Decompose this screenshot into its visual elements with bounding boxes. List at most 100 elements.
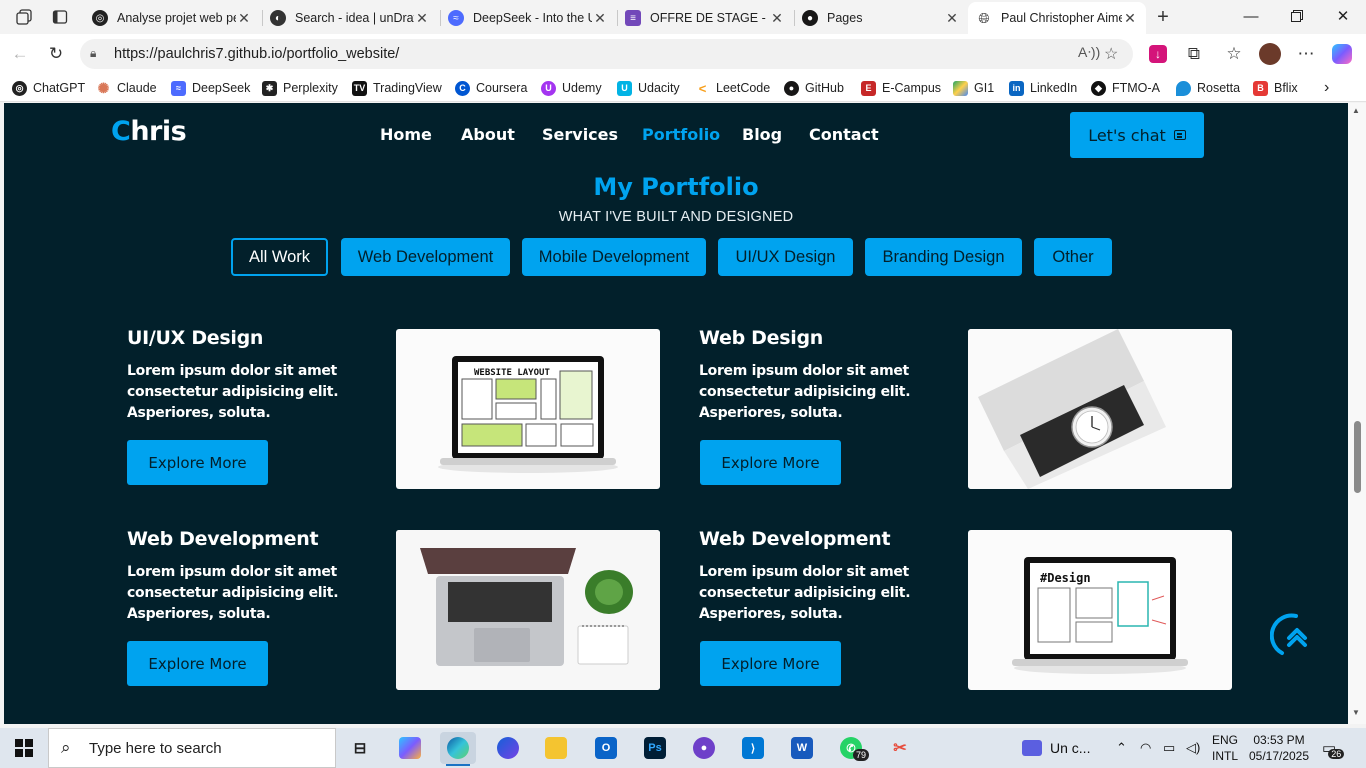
edge-app-icon[interactable]	[440, 732, 476, 766]
close-tab-icon[interactable]: ✕	[769, 10, 785, 27]
filter-other[interactable]: Other	[1034, 238, 1112, 276]
scroll-down-arrow-icon[interactable]: ▼	[1352, 708, 1360, 717]
tab-deepseek[interactable]: ≈ DeepSeek - Into the Unknown ✕	[440, 4, 616, 32]
explore-more-button[interactable]: Explore More	[700, 641, 841, 686]
bookmark-ftmo[interactable]: ◆ FTMO-A	[1091, 79, 1160, 97]
taskbar-search-field[interactable]: ⌕ Type here to search	[48, 728, 336, 768]
lets-chat-button[interactable]: Let's chat	[1070, 112, 1204, 158]
copilot-app-icon[interactable]	[392, 732, 428, 764]
clock[interactable]: 03:53 PM 05/17/2025	[1248, 728, 1310, 768]
project-image-laptop-clock[interactable]	[968, 329, 1232, 489]
read-aloud-icon[interactable]: Aᐧ))	[1078, 44, 1100, 61]
chatgpt-icon: ◎	[92, 10, 108, 26]
bookmark-deepseek[interactable]: ≈ DeepSeek	[171, 79, 250, 97]
page-scrollbar[interactable]: ▲ ▼	[1348, 103, 1366, 724]
media-widget[interactable]: Un c...	[1022, 728, 1090, 768]
windows-start-icon[interactable]	[0, 728, 48, 768]
battery-icon[interactable]: ▭	[1163, 728, 1175, 768]
bookmark-gi1[interactable]: GI1	[953, 79, 994, 97]
undraw-icon: ◐	[270, 10, 286, 26]
filter-ui-ux-design[interactable]: UI/UX Design	[718, 238, 853, 276]
notifications-button[interactable]: ▭ 26	[1322, 728, 1352, 768]
more-menu-icon[interactable]: ⋯	[1294, 42, 1318, 66]
bookmark-udacity[interactable]: U Udacity	[617, 79, 680, 97]
close-window-icon[interactable]: ✕	[1320, 0, 1366, 32]
project-image-website-layout[interactable]: WEBSITE LAYOUT	[396, 329, 660, 489]
scrollbar-thumb[interactable]	[1354, 421, 1361, 493]
nav-home[interactable]: Home	[380, 125, 432, 144]
bookmark-chatgpt[interactable]: ◎ ChatGPT	[12, 79, 85, 97]
minimize-icon[interactable]: —	[1228, 0, 1274, 32]
favorite-star-icon[interactable]: ☆	[1104, 44, 1118, 64]
bookmark-rosetta[interactable]: Rosetta	[1176, 79, 1240, 97]
tab-github-pages[interactable]: ● Pages ✕	[794, 4, 968, 32]
nav-blog[interactable]: Blog	[742, 125, 782, 144]
volume-icon[interactable]: ◁)	[1186, 728, 1200, 768]
lock-icon[interactable]: 🔒︎	[90, 46, 96, 61]
url-field[interactable]: 🔒︎ https://paulchris7.github.io/portfoli…	[80, 39, 1133, 69]
project-image-laptop-plant[interactable]	[396, 530, 660, 690]
bookmark-perplexity[interactable]: ✱ Perplexity	[262, 79, 338, 97]
nav-services[interactable]: Services	[542, 125, 618, 144]
site-logo[interactable]: Chris	[111, 116, 187, 147]
vscode-app-icon[interactable]: ⟩	[735, 732, 771, 764]
snipping-tool-icon[interactable]: ✂	[882, 732, 918, 764]
bookmark-tradingview[interactable]: TV TradingView	[352, 79, 442, 97]
close-tab-icon[interactable]: ✕	[592, 10, 608, 27]
bookmark-claude[interactable]: ✺ Claude	[96, 79, 157, 97]
extensions-icon[interactable]: ⧉	[1182, 42, 1206, 66]
bookmark-udemy[interactable]: U Udemy	[541, 79, 602, 97]
close-tab-icon[interactable]: ✕	[414, 10, 430, 27]
nav-about[interactable]: About	[461, 125, 515, 144]
bookmark-bflix[interactable]: B Bflix	[1253, 79, 1298, 97]
show-hidden-icons-chevron-icon[interactable]: ⌃	[1116, 728, 1127, 768]
vertical-tabs-icon[interactable]	[48, 5, 72, 29]
profile-avatar[interactable]	[1258, 42, 1282, 66]
word-app-icon[interactable]: W	[784, 732, 820, 764]
tab-analyse-projet[interactable]: ◎ Analyse projet web pe ✕	[84, 4, 260, 32]
bookmark-ecampus[interactable]: E E-Campus	[861, 79, 941, 97]
close-tab-icon[interactable]: ✕	[944, 10, 960, 27]
task-view-icon[interactable]: ⊟	[342, 732, 378, 764]
wifi-icon[interactable]: ◠	[1140, 728, 1151, 768]
explore-more-button[interactable]: Explore More	[700, 440, 841, 485]
tab-paul-christopher[interactable]: 🌐︎ Paul Christopher Aime ✕	[968, 2, 1146, 34]
language-indicator[interactable]: ENG INTL	[1212, 728, 1238, 768]
bookmark-leetcode[interactable]: < LeetCode	[695, 79, 771, 97]
linkedin-icon: in	[1009, 80, 1024, 96]
project-image-design-laptop[interactable]: #Design	[968, 530, 1232, 690]
explore-more-button[interactable]: Explore More	[127, 440, 268, 485]
filter-mobile-development[interactable]: Mobile Development	[522, 238, 706, 276]
github-desktop-icon[interactable]: ●	[686, 732, 722, 764]
form-icon: ≡	[625, 10, 641, 26]
tab-offre-de-stage[interactable]: ≡ OFFRE DE STAGE - CA ✕	[617, 4, 793, 32]
new-tab-icon[interactable]: +	[1151, 5, 1175, 29]
photoshop-app-icon[interactable]: Ps	[637, 732, 673, 764]
nav-contact[interactable]: Contact	[809, 125, 879, 144]
back-icon[interactable]: ←	[8, 42, 32, 66]
bookmark-github[interactable]: ● GitHub	[784, 79, 844, 97]
filter-branding-design[interactable]: Branding Design	[865, 238, 1022, 276]
scroll-up-arrow-icon[interactable]: ▲	[1352, 106, 1360, 115]
scroll-to-top-button[interactable]	[1269, 612, 1318, 660]
file-explorer-icon[interactable]	[538, 732, 574, 764]
outlook-app-icon[interactable]: O	[588, 732, 624, 764]
tab-undraw-search[interactable]: ◐ Search - idea | unDraw ✕	[262, 4, 438, 32]
refresh-icon[interactable]: ↻	[44, 42, 68, 66]
whatsapp-app-icon[interactable]: ✆ 79	[833, 732, 870, 764]
downloads-icon[interactable]: ↓	[1146, 42, 1170, 66]
restore-icon[interactable]	[1274, 0, 1320, 32]
filter-all-work[interactable]: All Work	[231, 238, 328, 276]
workspaces-icon[interactable]	[12, 5, 36, 29]
bookmark-linkedin[interactable]: in LinkedIn	[1009, 79, 1077, 97]
favorites-icon[interactable]: ☆	[1222, 42, 1246, 66]
bookmarks-overflow-chevron-icon[interactable]: ›	[1324, 79, 1329, 97]
filter-web-development[interactable]: Web Development	[341, 238, 510, 276]
nav-portfolio[interactable]: Portfolio	[642, 125, 720, 144]
explore-more-button[interactable]: Explore More	[127, 641, 268, 686]
copilot-icon[interactable]	[1330, 42, 1354, 66]
firefox-app-icon[interactable]	[490, 732, 526, 764]
close-tab-icon[interactable]: ✕	[1122, 10, 1138, 27]
bookmark-coursera[interactable]: C Coursera	[455, 79, 527, 97]
close-tab-icon[interactable]: ✕	[236, 10, 252, 27]
